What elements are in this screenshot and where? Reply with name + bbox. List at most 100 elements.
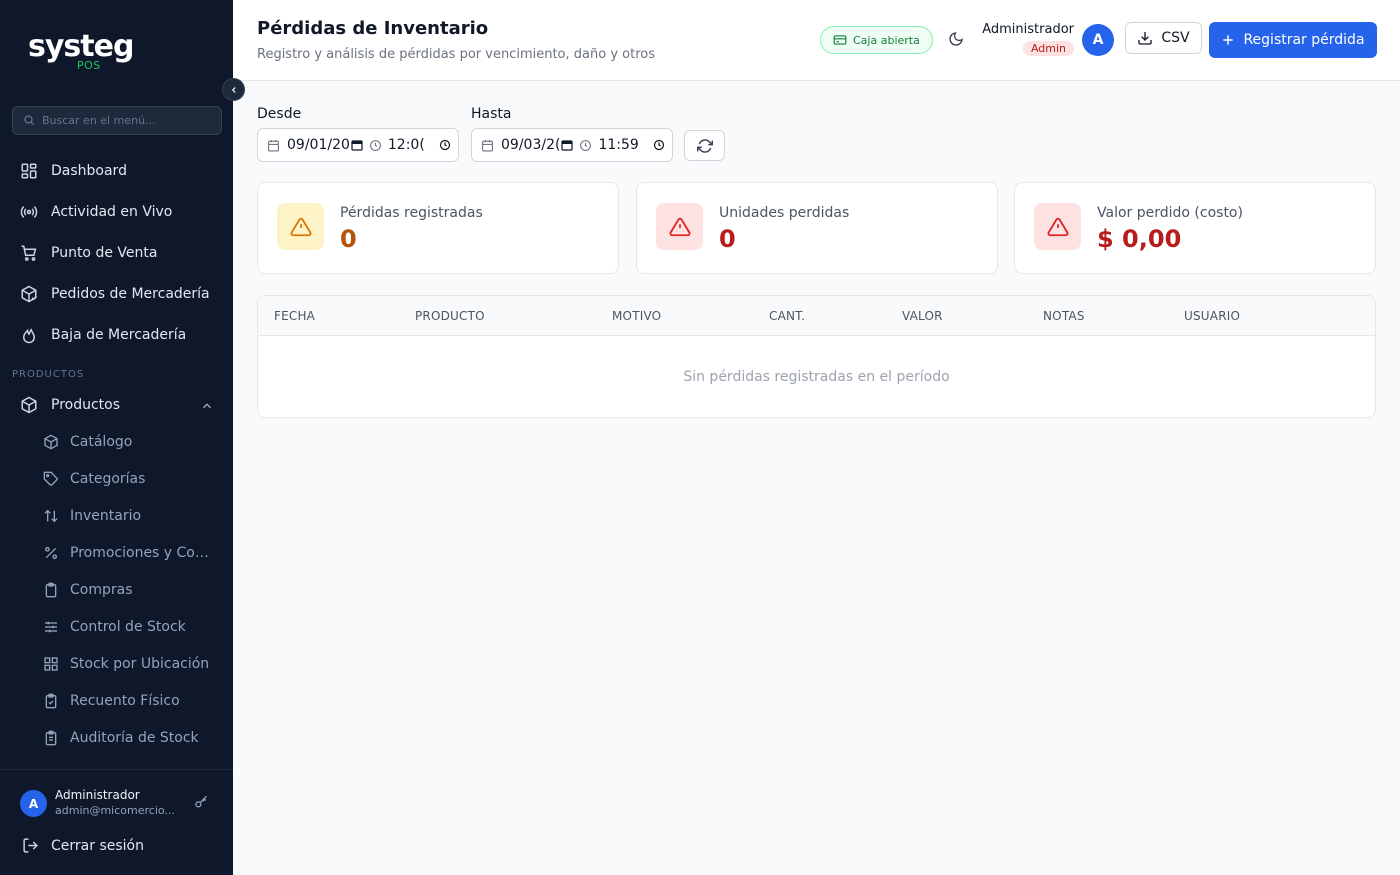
sidebar-item-baja[interactable]: Baja de Mercadería <box>18 320 218 350</box>
desde-datetime-input[interactable]: 09/01/20 12:0( <box>257 128 459 162</box>
column-header-notas[interactable]: NOTAS <box>1043 309 1085 323</box>
caja-status-badge[interactable]: Caja abierta <box>820 26 933 54</box>
flame-icon <box>18 324 40 346</box>
register-loss-button[interactable]: Registrar pérdida <box>1209 22 1377 58</box>
chevron-up-icon[interactable] <box>200 398 214 417</box>
sidebar-item-label: Dashboard <box>51 163 127 179</box>
moon-icon <box>949 32 963 46</box>
role-badge: Admin <box>1022 41 1074 56</box>
table-header: FECHA PRODUCTO MOTIVO CANT. VALOR NOTAS … <box>258 296 1375 336</box>
table-empty-message: Sin pérdidas registradas en el período <box>683 369 950 385</box>
clock-icon <box>579 139 592 152</box>
sidebar-item-label: Baja de Mercadería <box>51 327 187 343</box>
warning-triangle-icon <box>1047 217 1068 236</box>
sidebar-item-pedidos[interactable]: Pedidos de Mercadería <box>18 279 218 309</box>
sidebar-subitem-auditoria[interactable]: Auditoría de Stock <box>42 724 217 752</box>
csv-label: CSV <box>1161 30 1190 46</box>
warning-triangle-icon <box>290 217 311 236</box>
sidebar-subitem-promociones[interactable]: Promociones y Com... <box>42 539 217 567</box>
refresh-button[interactable] <box>684 130 725 161</box>
sliders-icon <box>42 618 60 636</box>
sidebar: systeg POS Dashboard Actividad en Vivo P… <box>0 0 233 875</box>
cube-icon <box>42 433 60 451</box>
sidebar-group-productos[interactable]: Productos <box>18 390 218 420</box>
column-header-cantidad[interactable]: CANT. <box>769 309 805 323</box>
sidebar-subitem-stock-ubicacion[interactable]: Stock por Ubicación <box>42 650 217 678</box>
live-broadcast-icon <box>18 201 40 223</box>
stat-card-perdidas: Pérdidas registradas 0 <box>257 182 619 274</box>
chevron-left-icon <box>231 86 236 93</box>
sidebar-subitem-label: Compras <box>70 582 133 598</box>
column-header-producto[interactable]: PRODUCTO <box>415 309 485 323</box>
stat-value: $ 0,00 <box>1097 225 1182 253</box>
sidebar-subitem-recuento[interactable]: Recuento Físico <box>42 687 217 715</box>
sidebar-subitem-label: Inventario <box>70 508 142 524</box>
box-icon <box>18 394 40 416</box>
sidebar-subitem-catalogo[interactable]: Catálogo <box>42 428 217 456</box>
sidebar-subitem-categorias[interactable]: Categorías <box>42 465 217 493</box>
sidebar-subitem-label: Auditoría de Stock <box>70 730 199 746</box>
calendar-picker-icon[interactable] <box>351 139 363 151</box>
clipboard-icon <box>42 581 60 599</box>
header-user-info: Administrador Admin <box>981 22 1074 56</box>
stat-label: Pérdidas registradas <box>340 205 483 221</box>
calendar-icon <box>481 139 494 152</box>
hasta-datetime-input[interactable]: 09/03/2( 11:59 <box>471 128 673 162</box>
sidebar-subitem-inventario[interactable]: Inventario <box>42 502 217 530</box>
stat-card-valor: Valor perdido (costo) $ 0,00 <box>1014 182 1376 274</box>
time-picker-icon[interactable] <box>439 139 451 151</box>
warning-triangle-icon <box>669 217 690 236</box>
time-picker-icon[interactable] <box>653 139 665 151</box>
stat-card-unidades: Unidades perdidas 0 <box>636 182 998 274</box>
refresh-icon <box>696 138 713 153</box>
sidebar-item-label: Pedidos de Mercadería <box>51 286 210 302</box>
user-name: Administrador <box>55 788 140 802</box>
column-header-usuario[interactable]: USUARIO <box>1184 309 1240 323</box>
card-icon-box <box>656 203 703 250</box>
dashboard-grid-icon <box>18 160 40 182</box>
header-user-name: Administrador <box>982 22 1074 37</box>
sidebar-subitem-label: Promociones y Com... <box>70 545 217 561</box>
section-label-productos: PRODUCTOS <box>12 369 85 380</box>
app-logo[interactable]: systeg POS <box>28 30 134 73</box>
sidebar-subitem-control-stock[interactable]: Control de Stock <box>42 613 217 641</box>
dark-mode-toggle[interactable] <box>948 31 964 47</box>
sidebar-subitem-compras[interactable]: Compras <box>42 576 217 604</box>
stat-label: Unidades perdidas <box>719 205 850 221</box>
sidebar-item-label: Actividad en Vivo <box>51 204 173 220</box>
desde-label: Desde <box>257 106 302 122</box>
tag-icon <box>42 470 60 488</box>
sort-arrows-icon <box>42 507 60 525</box>
caja-badge-label: Caja abierta <box>853 33 920 47</box>
logout-button[interactable]: Cerrar sesión <box>22 837 144 854</box>
sidebar-item-actividad[interactable]: Actividad en Vivo <box>18 197 218 227</box>
sidebar-group-label: Productos <box>51 397 121 413</box>
card-icon-box <box>1034 203 1081 250</box>
logout-label: Cerrar sesión <box>51 837 144 854</box>
sidebar-footer: A Administrador admin@micomercio... Cerr… <box>0 769 233 875</box>
clipboard-check-icon <box>42 692 60 710</box>
column-header-motivo[interactable]: MOTIVO <box>612 309 661 323</box>
sidebar-item-dashboard[interactable]: Dashboard <box>18 156 218 186</box>
register-loss-label: Registrar pérdida <box>1243 32 1365 48</box>
key-icon[interactable] <box>194 795 209 814</box>
sidebar-collapse-button[interactable] <box>222 78 245 101</box>
calendar-picker-icon[interactable] <box>561 139 574 151</box>
logout-icon <box>22 837 39 854</box>
cash-register-icon <box>833 34 847 46</box>
losses-table: FECHA PRODUCTO MOTIVO CANT. VALOR NOTAS … <box>257 295 1376 418</box>
hasta-time-value: 11:59 <box>598 137 639 153</box>
column-header-fecha[interactable]: FECHA <box>274 309 315 323</box>
sidebar-search-input[interactable] <box>42 114 212 127</box>
search-icon <box>23 111 35 130</box>
grid-icon <box>42 655 60 673</box>
sidebar-item-punto-venta[interactable]: Punto de Venta <box>18 238 218 268</box>
hasta-date-value: 09/03/2( <box>501 137 561 153</box>
export-csv-button[interactable]: CSV <box>1125 22 1202 54</box>
shopping-cart-icon <box>18 242 40 264</box>
avatar[interactable]: A <box>1082 24 1114 56</box>
column-header-valor[interactable]: VALOR <box>902 309 943 323</box>
sidebar-subitem-label: Control de Stock <box>70 619 186 635</box>
sidebar-search[interactable] <box>12 106 222 135</box>
stat-value: 0 <box>340 225 357 253</box>
